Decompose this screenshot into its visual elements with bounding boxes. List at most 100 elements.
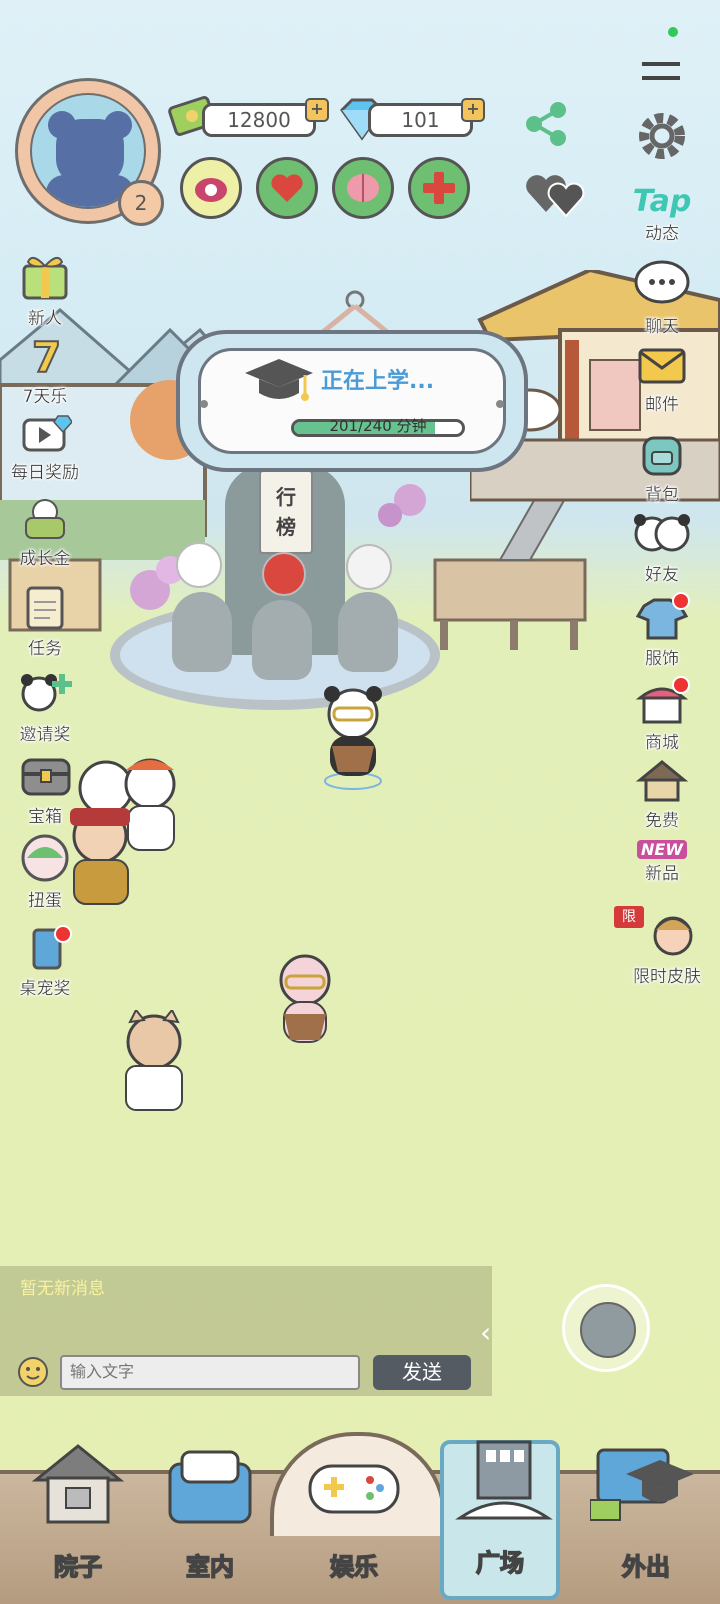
video-reward-icon bbox=[22, 415, 73, 452]
friends-label: 好友 bbox=[645, 565, 679, 585]
friends-button[interactable]: 好友 bbox=[622, 512, 702, 585]
costume-button[interactable]: 服饰 bbox=[622, 596, 702, 669]
house-icon bbox=[31, 1444, 125, 1524]
newbie-gift-button[interactable]: 新人 bbox=[5, 250, 85, 329]
growth-fund-label: 成长金 bbox=[19, 549, 71, 569]
health-stat-button[interactable] bbox=[256, 157, 318, 219]
new-badge: NEW bbox=[637, 840, 687, 859]
heart-icon bbox=[271, 174, 303, 202]
nav-yard[interactable]: 院子 bbox=[18, 1440, 138, 1600]
chat-message: 暂无新消息 bbox=[20, 1279, 105, 1299]
meat-icon bbox=[195, 178, 227, 202]
nav-indoor[interactable]: 室内 bbox=[150, 1440, 270, 1600]
gamepad-icon bbox=[308, 1464, 400, 1514]
chat-bubble-icon bbox=[634, 260, 690, 304]
rank-avatar-3[interactable] bbox=[346, 544, 392, 590]
status-dot bbox=[668, 27, 678, 37]
banner-rivet-left bbox=[200, 400, 208, 408]
brain-icon bbox=[347, 174, 379, 202]
school-status-banner[interactable]: 正在上学... 201/240 分钟 bbox=[176, 330, 528, 472]
mail-button[interactable]: 邮件 bbox=[622, 344, 702, 415]
statue-right bbox=[338, 592, 398, 672]
send-button[interactable]: 发送 bbox=[373, 1355, 471, 1390]
new-items-button[interactable]: NEW 新品 bbox=[622, 840, 702, 884]
limited-badge: 限 bbox=[614, 906, 644, 928]
medical-stat-button[interactable] bbox=[408, 157, 470, 219]
plaza-building-icon bbox=[455, 1440, 553, 1520]
chat-input[interactable] bbox=[60, 1355, 360, 1390]
mail-label: 邮件 bbox=[645, 395, 679, 415]
free-label: 免费 bbox=[645, 811, 679, 831]
nav-outing[interactable]: 外出 bbox=[586, 1440, 706, 1600]
tiger-character[interactable] bbox=[270, 952, 340, 1052]
food-stat-button[interactable] bbox=[180, 157, 242, 219]
desk-pet-notification-dot bbox=[54, 925, 72, 943]
clipboard-icon bbox=[26, 586, 64, 630]
nav-entertainment[interactable]: 娱乐 bbox=[270, 1432, 446, 1600]
shiba-character[interactable] bbox=[118, 1010, 190, 1120]
settings-gear-icon[interactable] bbox=[634, 108, 690, 164]
gift-box-icon bbox=[22, 256, 68, 300]
rank-avatar-1[interactable] bbox=[176, 542, 222, 588]
nav-yard-label: 院子 bbox=[53, 1552, 103, 1582]
statue-left bbox=[172, 592, 232, 672]
invite-reward-button[interactable]: 邀请奖 bbox=[5, 670, 85, 745]
nav-outing-label: 外出 bbox=[621, 1552, 671, 1582]
gacha-label: 扭蛋 bbox=[28, 891, 62, 911]
shop-notification-dot bbox=[672, 676, 690, 694]
tap-feed-button[interactable]: Tap 动态 bbox=[622, 184, 702, 244]
statue-center bbox=[252, 600, 312, 680]
school-status-text: 正在上学... bbox=[321, 369, 435, 394]
chat-collapse-chevron-icon[interactable]: ‹ bbox=[480, 1316, 491, 1349]
seven-day-button[interactable]: 7 7天乐 bbox=[5, 332, 85, 407]
growth-fund-button[interactable]: 成长金 bbox=[5, 496, 85, 569]
menu-icon[interactable] bbox=[642, 62, 680, 80]
joystick[interactable] bbox=[562, 1284, 650, 1372]
banner-rivet-right bbox=[496, 400, 504, 408]
nav-plaza[interactable]: 广场 bbox=[440, 1440, 560, 1600]
coins-display: 12800 bbox=[202, 103, 316, 137]
emoji-icon[interactable] bbox=[17, 1356, 49, 1388]
svg-text:7: 7 bbox=[32, 334, 61, 378]
joystick-knob[interactable] bbox=[580, 1302, 636, 1358]
gacha-capsule-icon bbox=[21, 834, 69, 882]
daily-reward-label: 每日奖励 bbox=[11, 463, 79, 483]
chat-button[interactable]: 聊天 bbox=[622, 258, 702, 337]
chat-label: 聊天 bbox=[645, 317, 679, 337]
gacha-button[interactable]: 扭蛋 bbox=[5, 834, 85, 911]
costume-label: 服饰 bbox=[645, 649, 679, 669]
shop-label: 商城 bbox=[645, 733, 679, 753]
newbie-gift-label: 新人 bbox=[28, 309, 62, 329]
costume-notification-dot bbox=[672, 592, 690, 610]
player-panda-character[interactable] bbox=[318, 686, 388, 796]
ranking-board-text-2: 榜 bbox=[276, 515, 296, 539]
graduation-cap-icon bbox=[245, 359, 313, 401]
plus-cross-icon bbox=[423, 172, 455, 204]
briefcase-cap-icon bbox=[590, 1448, 694, 1521]
backpack-button[interactable]: 背包 bbox=[622, 430, 702, 505]
couple-hearts-icon[interactable] bbox=[524, 168, 588, 220]
daily-reward-button[interactable]: 每日奖励 bbox=[5, 414, 85, 483]
ranking-board[interactable]: 行 榜 bbox=[259, 470, 313, 554]
desk-pet-button[interactable]: 桌宠奖 bbox=[5, 928, 85, 999]
shop-button[interactable]: 商城 bbox=[622, 680, 702, 753]
add-coins-button[interactable]: + bbox=[305, 98, 329, 122]
treasure-chest-button[interactable]: 宝箱 bbox=[5, 752, 85, 827]
tap-logo: Tap bbox=[632, 184, 692, 219]
limited-skin-label: 限时皮肤 bbox=[633, 967, 701, 987]
nav-plaza-label: 广场 bbox=[475, 1548, 525, 1578]
backpack-icon bbox=[642, 436, 682, 476]
brain-stat-button[interactable] bbox=[332, 157, 394, 219]
money-bag-icon bbox=[25, 499, 65, 539]
treasure-chest-label: 宝箱 bbox=[28, 807, 62, 827]
free-button[interactable]: 免费 bbox=[622, 758, 702, 831]
envelope-icon bbox=[638, 348, 686, 384]
task-button[interactable]: 任务 bbox=[5, 584, 85, 659]
nav-indoor-label: 室内 bbox=[185, 1552, 235, 1582]
share-icon[interactable] bbox=[522, 100, 570, 148]
add-diamonds-button[interactable]: + bbox=[461, 98, 485, 122]
task-label: 任务 bbox=[28, 639, 62, 659]
rank-avatar-2[interactable] bbox=[262, 552, 306, 596]
level-badge: 2 bbox=[118, 180, 164, 226]
study-progress-text: 201/240 分钟 bbox=[329, 417, 427, 435]
